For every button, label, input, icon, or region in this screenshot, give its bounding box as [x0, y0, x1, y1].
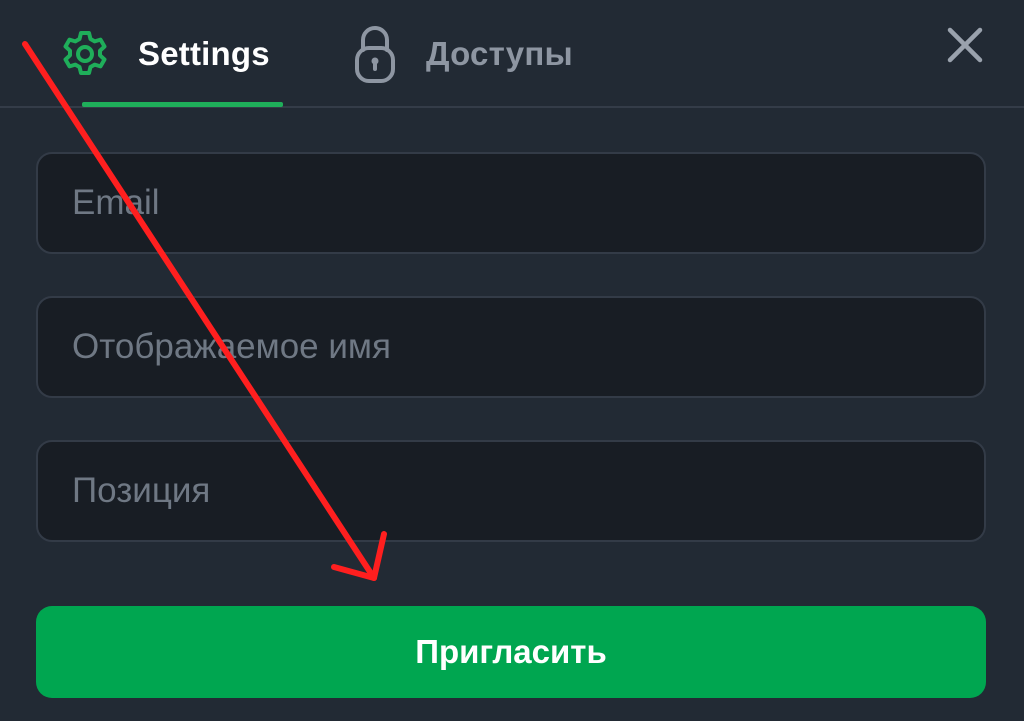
display-name-field[interactable] — [36, 296, 986, 398]
active-tab-indicator — [82, 102, 283, 107]
position-field[interactable] — [36, 440, 986, 542]
invite-user-panel: Settings Доступы Email Отображаемое имя … — [0, 0, 1024, 721]
tab-access-label: Доступы — [426, 35, 573, 72]
gear-icon — [60, 29, 110, 79]
tab-settings-label: Settings — [138, 35, 270, 72]
tab-access[interactable]: Доступы — [352, 0, 612, 108]
invite-button[interactable]: Пригласить — [36, 606, 986, 698]
email-field[interactable] — [36, 152, 986, 254]
close-icon — [946, 26, 984, 69]
close-button[interactable] — [944, 26, 986, 68]
tab-bar: Settings Доступы — [0, 0, 1024, 108]
lock-icon — [352, 24, 398, 84]
tab-settings[interactable]: Settings — [60, 0, 284, 108]
